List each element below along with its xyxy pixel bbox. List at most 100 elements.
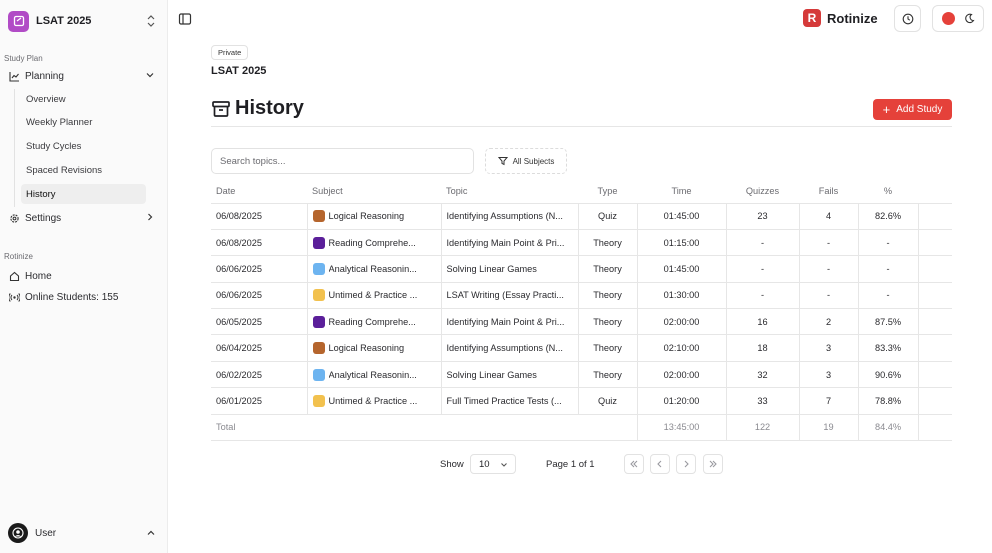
cell-percent: 87.5% <box>857 308 918 336</box>
filter-icon <box>497 157 508 166</box>
cell-date: 06/01/2025 <box>211 387 307 415</box>
archive-icon <box>212 100 230 117</box>
cell-percent: 90.6% <box>857 361 918 389</box>
table-row[interactable]: 06/04/2025 Logical Reasoning Identifying A… <box>211 334 952 362</box>
column-header-date[interactable]: Date <box>211 180 307 204</box>
sidebar-item-planning[interactable]: Planning <box>8 67 160 85</box>
cell-subject: Untimed & Practice ... <box>306 387 441 415</box>
subject-color-swatch <box>312 262 325 275</box>
pagination: Show 10 Page 1 of 1 <box>0 454 992 474</box>
sidebar-item-spaced-revisions[interactable]: Spaced Revisions <box>21 160 146 180</box>
cell-actions <box>917 308 952 336</box>
chevron-down-icon <box>146 73 154 78</box>
user-menu[interactable]: User <box>8 522 160 544</box>
table-row[interactable]: 06/08/2025 Logical Reasoning Identifying A… <box>211 203 952 230</box>
cell-quizzes: - <box>725 229 799 257</box>
subjects-filter-button[interactable]: All Subjects <box>485 148 567 174</box>
column-header-topic[interactable]: Topic <box>441 180 578 204</box>
subject-color-swatch <box>312 394 325 407</box>
sidebar-item-weekly-planner[interactable]: Weekly Planner <box>21 112 146 132</box>
sidebar-item-online-students[interactable]: Online Students: 155 <box>8 288 160 306</box>
sidebar-item-settings[interactable]: Settings <box>8 209 160 227</box>
show-label: Show <box>440 459 464 470</box>
table-row[interactable]: 06/02/2025 Analytical Reasonin... Solving … <box>211 361 952 389</box>
subject-color-swatch <box>312 368 325 381</box>
subject-name: Reading Comprehe... <box>328 237 416 248</box>
subject-color-swatch <box>312 342 325 355</box>
cell-topic: Solving Linear Games <box>440 361 578 389</box>
brand: R Rotinize <box>803 9 878 27</box>
subject-color-swatch <box>312 315 325 328</box>
column-header-quizzes[interactable]: Quizzes <box>726 180 799 204</box>
total-percent: 84.4% <box>857 414 918 442</box>
workspace-logo-icon <box>8 10 29 32</box>
table-row[interactable]: 06/01/2025 Untimed & Practice ... Full Tim… <box>211 387 952 415</box>
cell-type: Quiz <box>577 203 637 230</box>
next-page-button[interactable] <box>676 454 696 474</box>
sidebar-item-overview[interactable]: Overview <box>21 89 146 109</box>
cell-quizzes: 32 <box>725 361 799 389</box>
sidebar-toggle-icon[interactable] <box>178 12 192 26</box>
cell-actions <box>917 203 952 230</box>
cell-type: Theory <box>577 334 637 362</box>
cell-actions <box>917 387 952 415</box>
cell-subject: Reading Comprehe... <box>306 308 441 336</box>
cell-quizzes: 18 <box>725 334 799 362</box>
chevron-right-icon <box>148 213 153 221</box>
table-row[interactable]: 06/05/2025 Reading Comprehe... Identifying… <box>211 308 952 336</box>
previous-page-button[interactable] <box>650 454 670 474</box>
cell-percent: - <box>857 255 918 283</box>
cell-actions <box>917 334 952 362</box>
page-title: History <box>211 97 304 120</box>
cell-date: 06/08/2025 <box>211 229 307 257</box>
workspace-switcher[interactable]: LSAT 2025 <box>8 9 160 33</box>
cell-fails: 3 <box>798 334 858 362</box>
search-input[interactable] <box>211 148 474 174</box>
column-header-time[interactable]: Time <box>637 180 726 204</box>
cell-time: 02:00:00 <box>636 308 726 336</box>
visibility-badge: Private <box>211 45 249 60</box>
cell-quizzes: - <box>725 255 799 283</box>
cell-time: 02:10:00 <box>636 334 726 362</box>
cell-date: 06/06/2025 <box>211 282 307 310</box>
brand-name: Rotinize <box>827 10 878 26</box>
sidebar-item-label: Online Students: 155 <box>25 291 119 303</box>
theme-toggle[interactable] <box>932 5 984 32</box>
cell-subject: Logical Reasoning <box>306 334 441 362</box>
sidebar-item-label: Home <box>25 270 52 282</box>
sidebar-item-study-cycles[interactable]: Study Cycles <box>21 136 146 156</box>
subject-name: Analytical Reasonin... <box>328 369 417 380</box>
table-row[interactable]: 06/06/2025 Untimed & Practice ... LSAT Wri… <box>211 282 952 310</box>
sidebar-item-label: Settings <box>25 212 62 224</box>
column-header-subject[interactable]: Subject <box>307 180 441 204</box>
cell-subject: Logical Reasoning <box>306 203 441 230</box>
history-clock-button[interactable] <box>894 5 921 32</box>
sidebar-item-home[interactable]: Home <box>8 267 160 285</box>
table-row[interactable]: 06/06/2025 Analytical Reasonin... Solving … <box>211 255 952 283</box>
color-dot-icon <box>941 12 955 25</box>
page-size-select[interactable]: 10 <box>470 454 516 474</box>
sidebar-item-history[interactable]: History <box>21 184 146 204</box>
column-header-percent[interactable]: % <box>858 180 918 204</box>
cell-subject: Reading Comprehe... <box>306 229 441 257</box>
cell-type: Theory <box>577 255 637 283</box>
subject-name: Reading Comprehe... <box>328 316 416 327</box>
cell-time: 01:45:00 <box>636 255 726 283</box>
cell-percent: - <box>857 282 918 310</box>
total-empty <box>441 414 578 442</box>
cell-fails: 3 <box>798 361 858 389</box>
add-study-button[interactable]: + Add Study <box>873 99 952 120</box>
cell-subject: Analytical Reasonin... <box>306 255 441 283</box>
subject-color-swatch <box>312 210 325 223</box>
column-header-actions <box>918 180 952 204</box>
table-row[interactable]: 06/08/2025 Reading Comprehe... Identifying… <box>211 229 952 257</box>
table-header-row: Date Subject Topic Type Time Quizzes Fai… <box>211 180 952 204</box>
chevron-up-icon <box>147 530 155 535</box>
chevron-right-icon <box>684 460 689 468</box>
plan-title: LSAT 2025 <box>211 65 267 77</box>
column-header-type[interactable]: Type <box>578 180 637 204</box>
column-header-fails[interactable]: Fails <box>799 180 858 204</box>
first-page-button[interactable] <box>624 454 644 474</box>
last-page-button[interactable] <box>703 454 723 474</box>
plus-icon: + <box>882 102 891 117</box>
